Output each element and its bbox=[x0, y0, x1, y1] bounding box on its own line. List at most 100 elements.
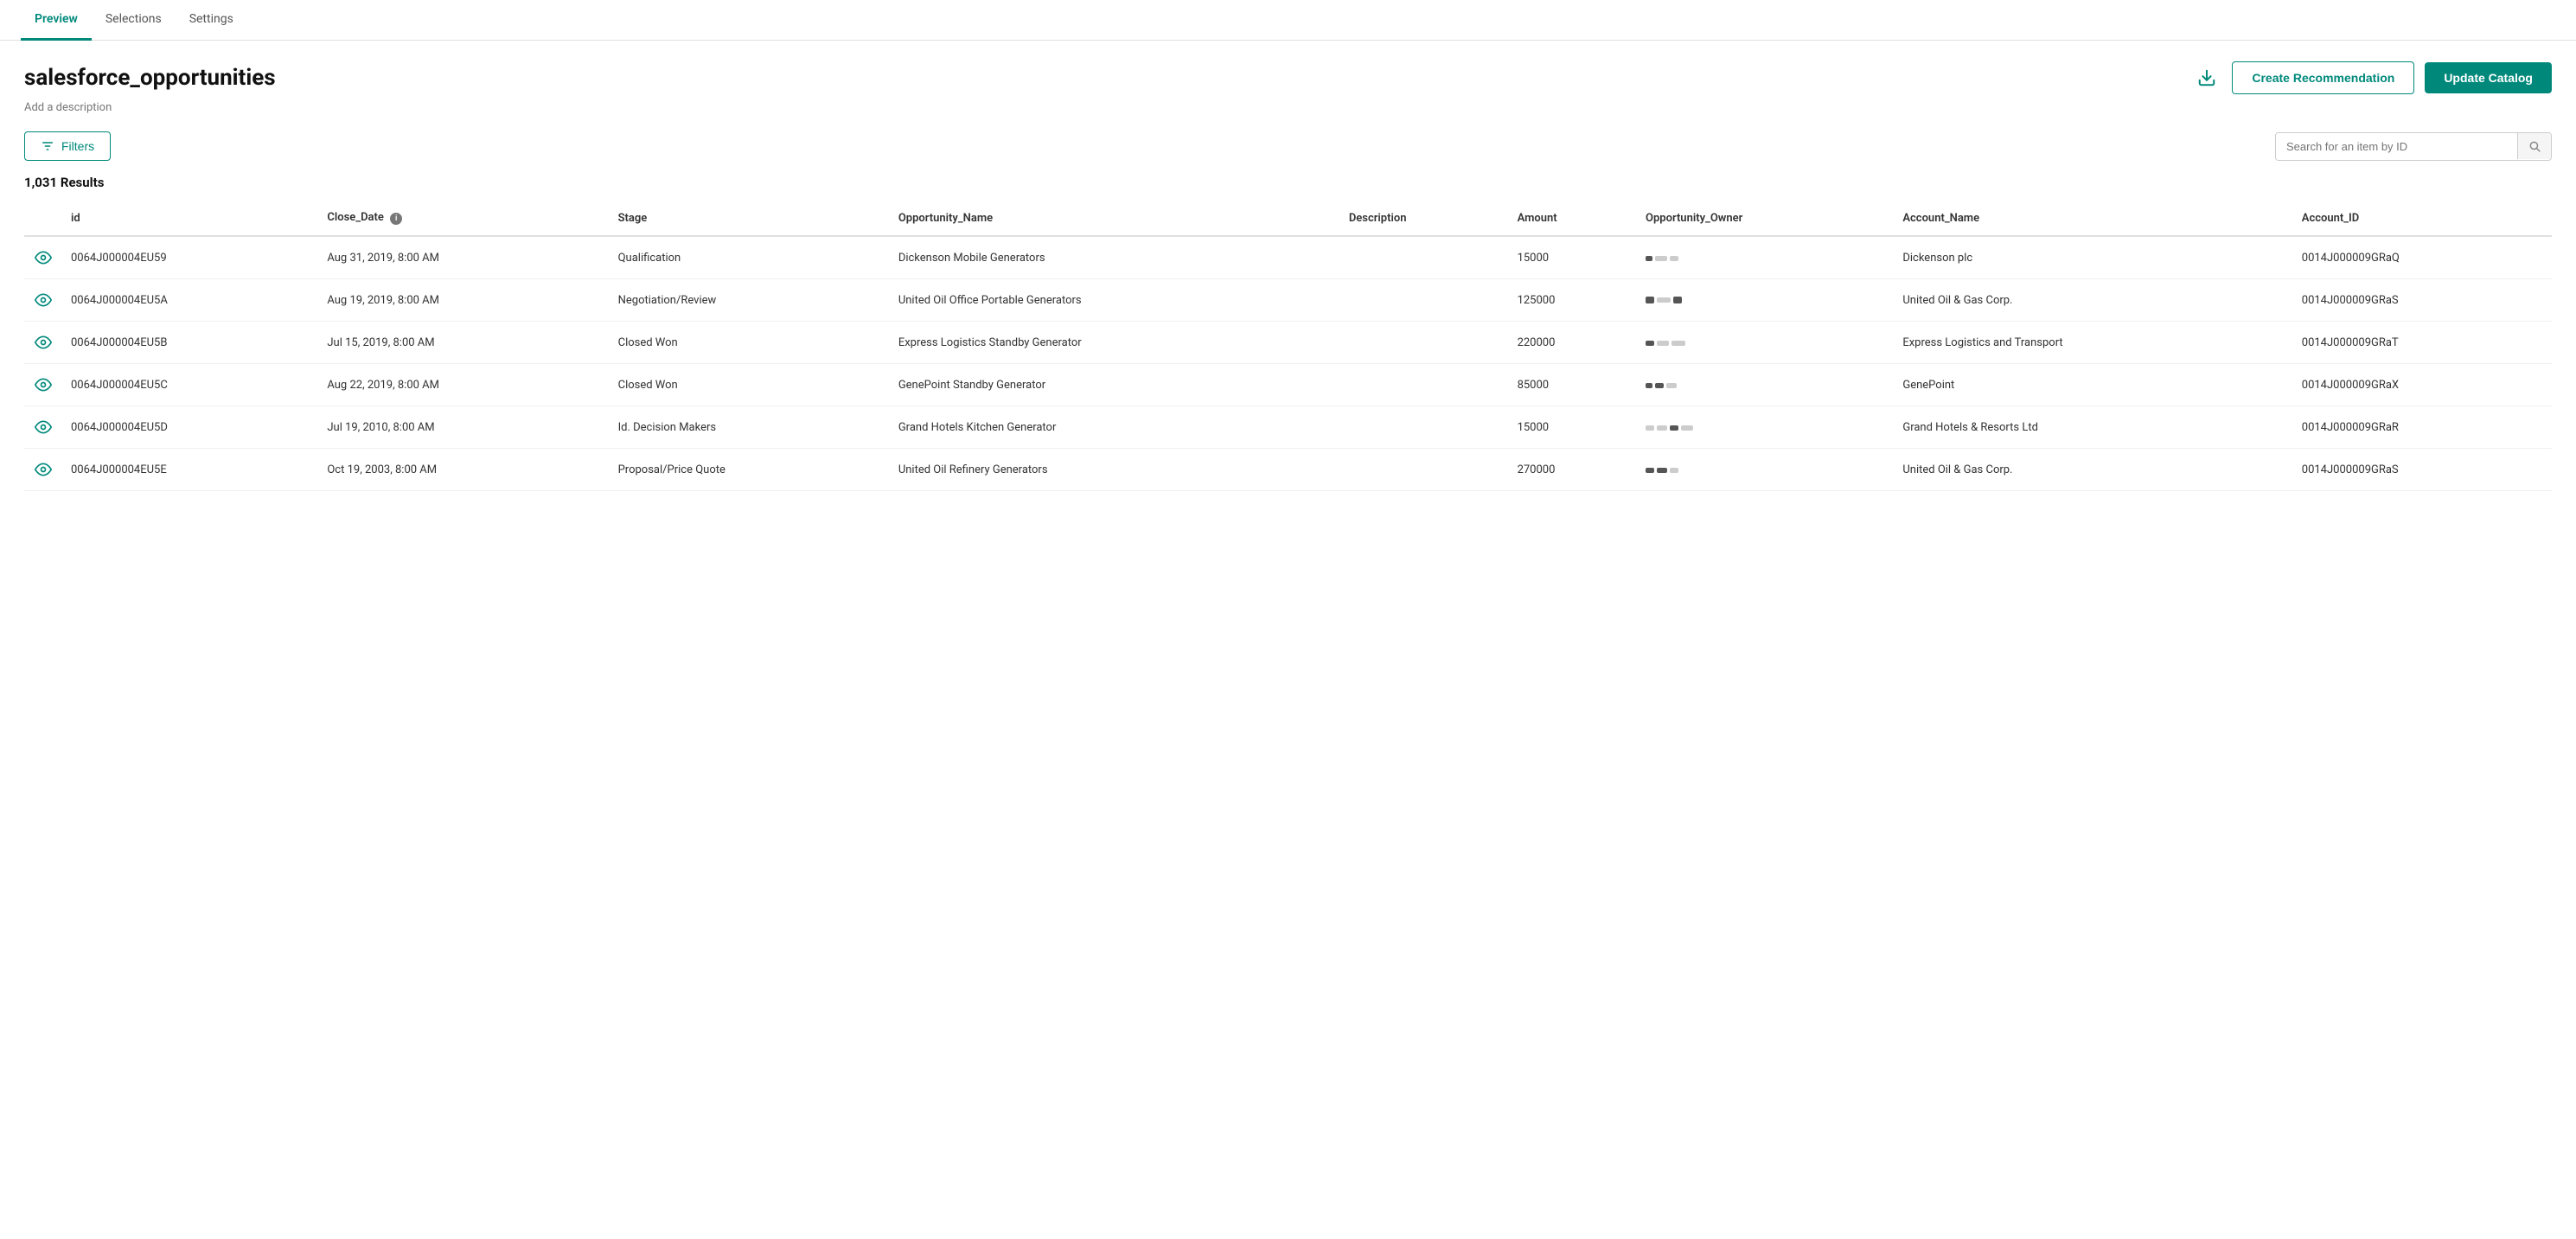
col-id: id bbox=[62, 201, 318, 236]
tab-preview[interactable]: Preview bbox=[21, 0, 92, 41]
cell-opportunity-name: Grand Hotels Kitchen Generator bbox=[890, 406, 1340, 449]
tab-selections[interactable]: Selections bbox=[92, 0, 176, 41]
col-stage: Stage bbox=[610, 201, 890, 236]
cell-stage: Negotiation/Review bbox=[610, 279, 890, 322]
cell-id: 0064J000004EU5E bbox=[62, 449, 318, 491]
cell-amount: 220000 bbox=[1509, 322, 1637, 364]
cell-description bbox=[1340, 364, 1509, 406]
cell-account-id: 0014J000009GRaR bbox=[2293, 406, 2552, 449]
info-icon[interactable]: i bbox=[390, 213, 402, 225]
cell-account-id: 0014J000009GRaT bbox=[2293, 322, 2552, 364]
table-row: 0064J000004EU5C Aug 22, 2019, 8:00 AM Cl… bbox=[24, 364, 2552, 406]
eye-icon[interactable] bbox=[33, 291, 54, 309]
row-eye-cell bbox=[24, 449, 62, 491]
toolbar: Filters bbox=[24, 131, 2552, 161]
col-opportunity-name: Opportunity_Name bbox=[890, 201, 1340, 236]
cell-opportunity-name: Express Logistics Standby Generator bbox=[890, 322, 1340, 364]
col-opportunity-owner: Opportunity_Owner bbox=[1637, 201, 1894, 236]
cell-account-id: 0014J000009GRaS bbox=[2293, 449, 2552, 491]
cell-stage: Closed Won bbox=[610, 364, 890, 406]
tab-settings[interactable]: Settings bbox=[176, 0, 247, 41]
filters-button[interactable]: Filters bbox=[24, 131, 111, 161]
search-box bbox=[2275, 132, 2552, 161]
row-eye-cell bbox=[24, 236, 62, 279]
cell-stage: Proposal/Price Quote bbox=[610, 449, 890, 491]
cell-stage: Closed Won bbox=[610, 322, 890, 364]
search-input[interactable] bbox=[2276, 133, 2517, 160]
cell-description bbox=[1340, 406, 1509, 449]
col-account-id: Account_ID bbox=[2293, 201, 2552, 236]
cell-account-id: 0014J000009GRaS bbox=[2293, 279, 2552, 322]
cell-account-id: 0014J000009GRaX bbox=[2293, 364, 2552, 406]
row-eye-cell bbox=[24, 279, 62, 322]
cell-close-date: Jul 19, 2010, 8:00 AM bbox=[318, 406, 609, 449]
table-row: 0064J000004EU59 Aug 31, 2019, 8:00 AM Qu… bbox=[24, 236, 2552, 279]
cell-close-date: Aug 19, 2019, 8:00 AM bbox=[318, 279, 609, 322]
cell-account-name: Grand Hotels & Resorts Ltd bbox=[1894, 406, 2292, 449]
cell-close-date: Aug 31, 2019, 8:00 AM bbox=[318, 236, 609, 279]
cell-opportunity-owner bbox=[1637, 449, 1894, 491]
table-row: 0064J000004EU5D Jul 19, 2010, 8:00 AM Id… bbox=[24, 406, 2552, 449]
cell-opportunity-owner bbox=[1637, 364, 1894, 406]
cell-stage: Id. Decision Makers bbox=[610, 406, 890, 449]
cell-account-id: 0014J000009GRaQ bbox=[2293, 236, 2552, 279]
cell-opportunity-name: Dickenson Mobile Generators bbox=[890, 236, 1340, 279]
cell-close-date: Jul 15, 2019, 8:00 AM bbox=[318, 322, 609, 364]
cell-account-name: Dickenson plc bbox=[1894, 236, 2292, 279]
table-header-row: id Close_Date i Stage Opportunity_Name D… bbox=[24, 201, 2552, 236]
data-table: id Close_Date i Stage Opportunity_Name D… bbox=[24, 201, 2552, 491]
row-eye-cell bbox=[24, 322, 62, 364]
cell-description bbox=[1340, 279, 1509, 322]
cell-opportunity-name: United Oil Refinery Generators bbox=[890, 449, 1340, 491]
search-icon bbox=[2528, 140, 2541, 152]
row-eye-cell bbox=[24, 406, 62, 449]
col-description: Description bbox=[1340, 201, 1509, 236]
cell-account-name: Express Logistics and Transport bbox=[1894, 322, 2292, 364]
cell-amount: 15000 bbox=[1509, 406, 1637, 449]
cell-account-name: United Oil & Gas Corp. bbox=[1894, 449, 2292, 491]
col-amount: Amount bbox=[1509, 201, 1637, 236]
row-eye-cell bbox=[24, 364, 62, 406]
cell-account-name: United Oil & Gas Corp. bbox=[1894, 279, 2292, 322]
cell-id: 0064J000004EU5D bbox=[62, 406, 318, 449]
cell-description bbox=[1340, 449, 1509, 491]
cell-opportunity-name: United Oil Office Portable Generators bbox=[890, 279, 1340, 322]
eye-icon[interactable] bbox=[33, 418, 54, 436]
cell-amount: 85000 bbox=[1509, 364, 1637, 406]
cell-opportunity-owner bbox=[1637, 279, 1894, 322]
page-title: salesforce_opportunities bbox=[24, 65, 276, 91]
cell-opportunity-owner bbox=[1637, 236, 1894, 279]
header-row: salesforce_opportunities Create Recommen… bbox=[24, 61, 2552, 94]
cell-opportunity-owner bbox=[1637, 322, 1894, 364]
download-button[interactable] bbox=[2192, 63, 2221, 93]
header-actions: Create Recommendation Update Catalog bbox=[2192, 61, 2552, 94]
cell-opportunity-name: GenePoint Standby Generator bbox=[890, 364, 1340, 406]
eye-icon[interactable] bbox=[33, 461, 54, 478]
page-description[interactable]: Add a description bbox=[24, 101, 2552, 114]
cell-id: 0064J000004EU5C bbox=[62, 364, 318, 406]
cell-amount: 125000 bbox=[1509, 279, 1637, 322]
cell-stage: Qualification bbox=[610, 236, 890, 279]
filter-icon bbox=[41, 139, 54, 153]
table-row: 0064J000004EU5E Oct 19, 2003, 8:00 AM Pr… bbox=[24, 449, 2552, 491]
col-eye bbox=[24, 201, 62, 236]
cell-id: 0064J000004EU5A bbox=[62, 279, 318, 322]
eye-icon[interactable] bbox=[33, 249, 54, 266]
cell-description bbox=[1340, 322, 1509, 364]
main-content: salesforce_opportunities Create Recommen… bbox=[0, 41, 2576, 512]
cell-account-name: GenePoint bbox=[1894, 364, 2292, 406]
create-recommendation-button[interactable]: Create Recommendation bbox=[2232, 61, 2414, 94]
cell-close-date: Aug 22, 2019, 8:00 AM bbox=[318, 364, 609, 406]
cell-id: 0064J000004EU59 bbox=[62, 236, 318, 279]
eye-icon[interactable] bbox=[33, 334, 54, 351]
cell-amount: 15000 bbox=[1509, 236, 1637, 279]
eye-icon[interactable] bbox=[33, 376, 54, 393]
cell-id: 0064J000004EU5B bbox=[62, 322, 318, 364]
results-count: 1,031 Results bbox=[24, 175, 2552, 190]
table-row: 0064J000004EU5B Jul 15, 2019, 8:00 AM Cl… bbox=[24, 322, 2552, 364]
update-catalog-button[interactable]: Update Catalog bbox=[2425, 62, 2552, 93]
cell-amount: 270000 bbox=[1509, 449, 1637, 491]
cell-close-date: Oct 19, 2003, 8:00 AM bbox=[318, 449, 609, 491]
cell-description bbox=[1340, 236, 1509, 279]
search-button[interactable] bbox=[2517, 133, 2551, 159]
